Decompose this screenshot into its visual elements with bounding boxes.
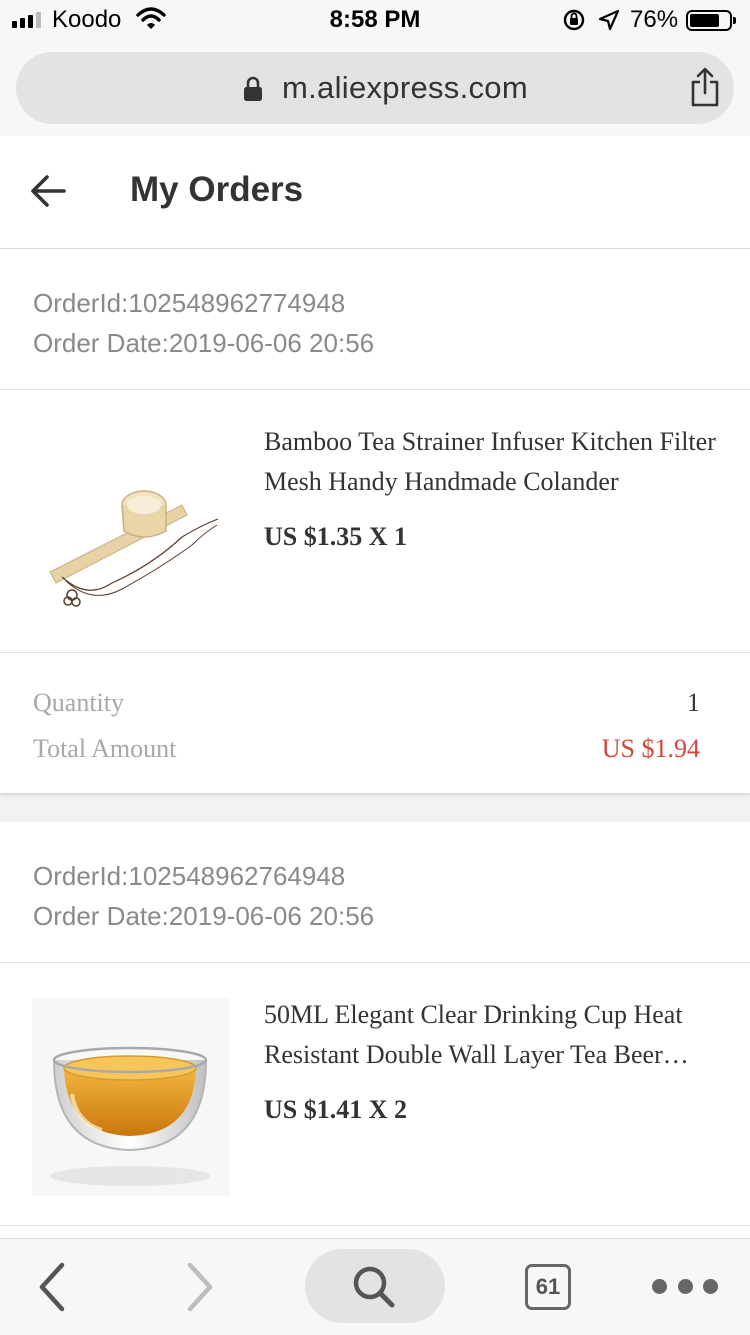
product-title[interactable]: 50ML Elegant Clear Drinking Cup Heat Res…	[264, 995, 726, 1075]
browser-search-button[interactable]	[305, 1249, 445, 1323]
quantity-label: Quantity	[33, 688, 124, 717]
location-arrow-icon	[598, 9, 620, 31]
order-meta: OrderId:102548962764948 Order Date:2019-…	[0, 822, 750, 963]
more-icon[interactable]	[652, 1276, 718, 1296]
order-meta: OrderId:102548962774948 Order Date:2019-…	[0, 249, 750, 390]
total-amount-label: Total Amount	[33, 734, 177, 763]
order-date: Order Date:2019-06-06 20:56	[33, 328, 375, 358]
glass-cup-image	[32, 998, 230, 1196]
order-card: OrderId:102548962764948 Order Date:2019-…	[0, 822, 750, 1242]
share-icon[interactable]	[688, 66, 722, 108]
address-bar[interactable]: m.aliexpress.com	[16, 52, 734, 124]
tabs-button[interactable]: 61	[525, 1264, 571, 1310]
battery-percent: 76%	[630, 6, 679, 33]
browser-address-area: m.aliexpress.com	[0, 40, 750, 136]
quantity-value: 1	[687, 688, 700, 717]
battery-fill	[690, 14, 719, 27]
page-title: My Orders	[130, 170, 304, 209]
total-amount-value: US $1.94	[601, 734, 700, 763]
order-date: Order Date:2019-06-06 20:56	[33, 901, 375, 931]
product-price: US $1.41 X 2	[264, 1095, 408, 1124]
browser-back-icon[interactable]	[30, 1261, 74, 1313]
search-icon	[353, 1266, 395, 1308]
order-summary: Quantity 1 Total Amount US $1.94	[0, 653, 750, 792]
bamboo-strainer-image	[32, 425, 230, 623]
battery-icon	[686, 10, 736, 31]
browser-toolbar: 61	[0, 1238, 750, 1335]
order-product[interactable]: Bamboo Tea Strainer Infuser Kitchen Filt…	[0, 390, 750, 653]
product-price: US $1.35 X 1	[264, 522, 408, 551]
product-title[interactable]: Bamboo Tea Strainer Infuser Kitchen Filt…	[264, 422, 726, 502]
order-id: OrderId:102548962774948	[33, 288, 346, 318]
status-bar: Koodo 8:58 PM 76%	[0, 0, 750, 40]
browser-forward-icon[interactable]	[178, 1261, 222, 1313]
lock-icon	[244, 76, 262, 101]
rotation-lock-icon	[563, 9, 585, 31]
url-text: m.aliexpress.com	[282, 70, 528, 105]
order-product[interactable]: 50ML Elegant Clear Drinking Cup Heat Res…	[0, 963, 750, 1226]
order-id: OrderId:102548962764948	[33, 861, 346, 891]
page-header: My Orders	[0, 136, 750, 249]
order-card: OrderId:102548962774948 Order Date:2019-…	[0, 249, 750, 793]
back-arrow-icon[interactable]	[30, 174, 66, 208]
